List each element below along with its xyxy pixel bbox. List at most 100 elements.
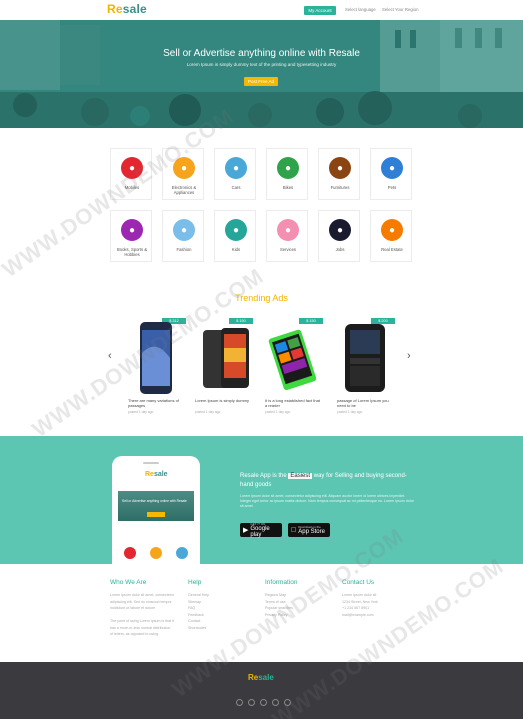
phone-speaker [143, 462, 159, 464]
category-label: Furnitures [330, 185, 350, 190]
category-label: Cars [231, 185, 241, 190]
category-tile[interactable]: ● Electronics & Appliances [162, 148, 204, 200]
twitter-icon[interactable] [248, 699, 255, 706]
footer-text: Lorem ipsum dolor sit amet, consectetur [110, 593, 174, 597]
google-play-button[interactable]: ▶ GET IT ON Google play [240, 522, 282, 538]
real-estate-icon: ● [381, 219, 403, 241]
phone-category-electronics-icon [150, 547, 162, 559]
category-tile[interactable]: ● Pets [370, 148, 412, 200]
footer-contact-title: Contact Us [342, 579, 375, 586]
trending-ad-2[interactable]: $ 150 Lorem Ipsum is simply dummy posted… [195, 318, 253, 414]
apple-icon:  [291, 527, 296, 534]
phone-logo-suffix: sale [153, 471, 168, 478]
furniture-icon: ● [329, 157, 351, 179]
phone-logo: Resale [145, 471, 168, 478]
app-store-label: Download on the App Store [293, 525, 325, 535]
hero-subtitle: Lorem Ipsum is simply dummy text of the … [186, 62, 337, 67]
app-band-body: Lorem ipsum dolor sit amet, consectetur … [240, 494, 414, 508]
ad-phone-image [345, 324, 385, 392]
ad-phone-image [203, 328, 249, 388]
footer-who-lines: Lorem ipsum dolor sit amet, consectetur a… [110, 592, 180, 638]
car-icon: ● [225, 157, 247, 179]
language-select[interactable]: Select language [345, 7, 376, 12]
footer-text: of letters, as opposed to using. [110, 632, 159, 636]
category-tile[interactable]: ● Services [266, 210, 308, 262]
footer-link[interactable]: Shortcodes [188, 625, 258, 632]
footer-who-title: Who We Are [110, 579, 147, 586]
phone-logo-prefix: Re [145, 471, 154, 478]
region-select[interactable]: Select Your Region [382, 7, 419, 12]
bike-icon: ● [277, 157, 299, 179]
footer-who-we-are: Who We Are Lorem ipsum dolor sit amet, c… [110, 579, 180, 638]
category-label: Bikes [282, 185, 294, 190]
app-band-title: Resale App is the Easiest way for Sellin… [240, 472, 420, 490]
google-plus-icon[interactable] [260, 699, 267, 706]
category-tile[interactable]: ● Cars [214, 148, 256, 200]
hero-overlay [0, 20, 523, 128]
footer-logo[interactable]: Resale [248, 673, 274, 682]
hero-banner: Sell or Advertise anything online with R… [0, 20, 523, 128]
logo-prefix: Re [107, 2, 123, 16]
category-tile[interactable]: ● Kids [214, 210, 256, 262]
kids-icon: ● [225, 219, 247, 241]
carousel-next-icon[interactable]: › [407, 350, 411, 362]
google-play-big: Google play [250, 525, 270, 538]
footer-contact: Contact Us Lorem ipsum dolor sit 1234 Str… [342, 579, 412, 618]
footer-info-links: Regions Map Terms of use Popular searches P… [265, 592, 335, 618]
footer-info-title: Information [265, 579, 298, 586]
trending-ad-1[interactable]: $ 312 There are many variations of passa… [128, 318, 186, 414]
footer-link[interactable]: Privacy Policy [265, 612, 335, 619]
google-play-label: GET IT ON Google play [250, 522, 282, 538]
phone-hero-text: Sell or Advertise anything online with R… [122, 499, 187, 503]
facebook-icon[interactable] [236, 699, 243, 706]
category-tile[interactable]: ● Bikes [266, 148, 308, 200]
ad-phone-image [268, 329, 317, 391]
linkedin-icon[interactable] [272, 699, 279, 706]
my-account-button[interactable]: My Account [304, 6, 336, 15]
category-label: Fashion [176, 247, 192, 252]
category-tile[interactable]: ● Mobiles [110, 148, 152, 200]
footer-contact-lines: Lorem ipsum dolor sit 1234 Street, New Yo… [342, 592, 412, 618]
phone-hero-button [147, 512, 165, 517]
trending-ad-3[interactable]: $ 150 It is a long established fact that… [265, 318, 323, 414]
phone-category-cars-icon [176, 547, 188, 559]
app-store-button[interactable]:  Download on theApp Store [288, 523, 330, 537]
category-tile[interactable]: ● Real Estate [370, 210, 412, 262]
logo-suffix: sale [122, 2, 147, 16]
rss-icon[interactable] [284, 699, 291, 706]
ad-meta: posted 1 day ago [265, 410, 291, 414]
phone-category-mobile-icon [124, 547, 136, 559]
category-label: Real Estate [381, 247, 403, 252]
services-icon: ● [277, 219, 299, 241]
category-tile[interactable]: ● Books, Sports & Hobbies [110, 210, 152, 262]
category-label: Electronics & Appliances [171, 185, 197, 195]
pet-icon: ● [381, 157, 403, 179]
category-label: Services [279, 247, 297, 252]
footer-text: The point of using Lorem Ipsum is that i… [110, 619, 174, 623]
carousel-prev-icon[interactable]: ‹ [108, 350, 112, 362]
footer-logo-suffix: sale [258, 673, 274, 682]
app-band-title-pre: Resale App is the [240, 473, 287, 479]
category-label: Pets [387, 185, 397, 190]
footer-help-title: Help [188, 579, 202, 586]
category-tile[interactable]: ● Fashion [162, 210, 204, 262]
ad-meta: posted 1 day ago [128, 410, 154, 414]
footer-information: Information Regions Map Terms of use Popul… [265, 579, 335, 618]
trending-ad-4[interactable]: $ 200 passage of Lorem Ipsum you need to… [337, 318, 395, 414]
ad-description: It is a long established fact that a rea… [265, 398, 320, 408]
hero-title: Sell or Advertise anything online with R… [163, 48, 360, 59]
google-play-icon: ▶ [243, 527, 249, 534]
post-free-ad-button[interactable]: Post Free Ad [244, 77, 278, 86]
ad-phone-image [140, 322, 172, 394]
footer-help-links: General Help Sitemap FAQ Feedback Contact Sho… [188, 592, 258, 631]
ad-description: There are many variations of passages [128, 398, 179, 408]
category-tile[interactable]: ● Furnitures [318, 148, 360, 200]
footer-bottom-bar [0, 662, 523, 719]
app-store-big: App Store [293, 528, 325, 535]
category-tile[interactable]: ● Jobs [318, 210, 360, 262]
fashion-icon: ● [173, 219, 195, 241]
site-logo[interactable]: Resale [107, 2, 147, 16]
ad-description: passage of Lorem Ipsum you need to be [337, 398, 389, 408]
footer-help: Help General Help Sitemap FAQ Feedback Conta… [188, 579, 258, 631]
electronics-icon: ● [173, 157, 195, 179]
